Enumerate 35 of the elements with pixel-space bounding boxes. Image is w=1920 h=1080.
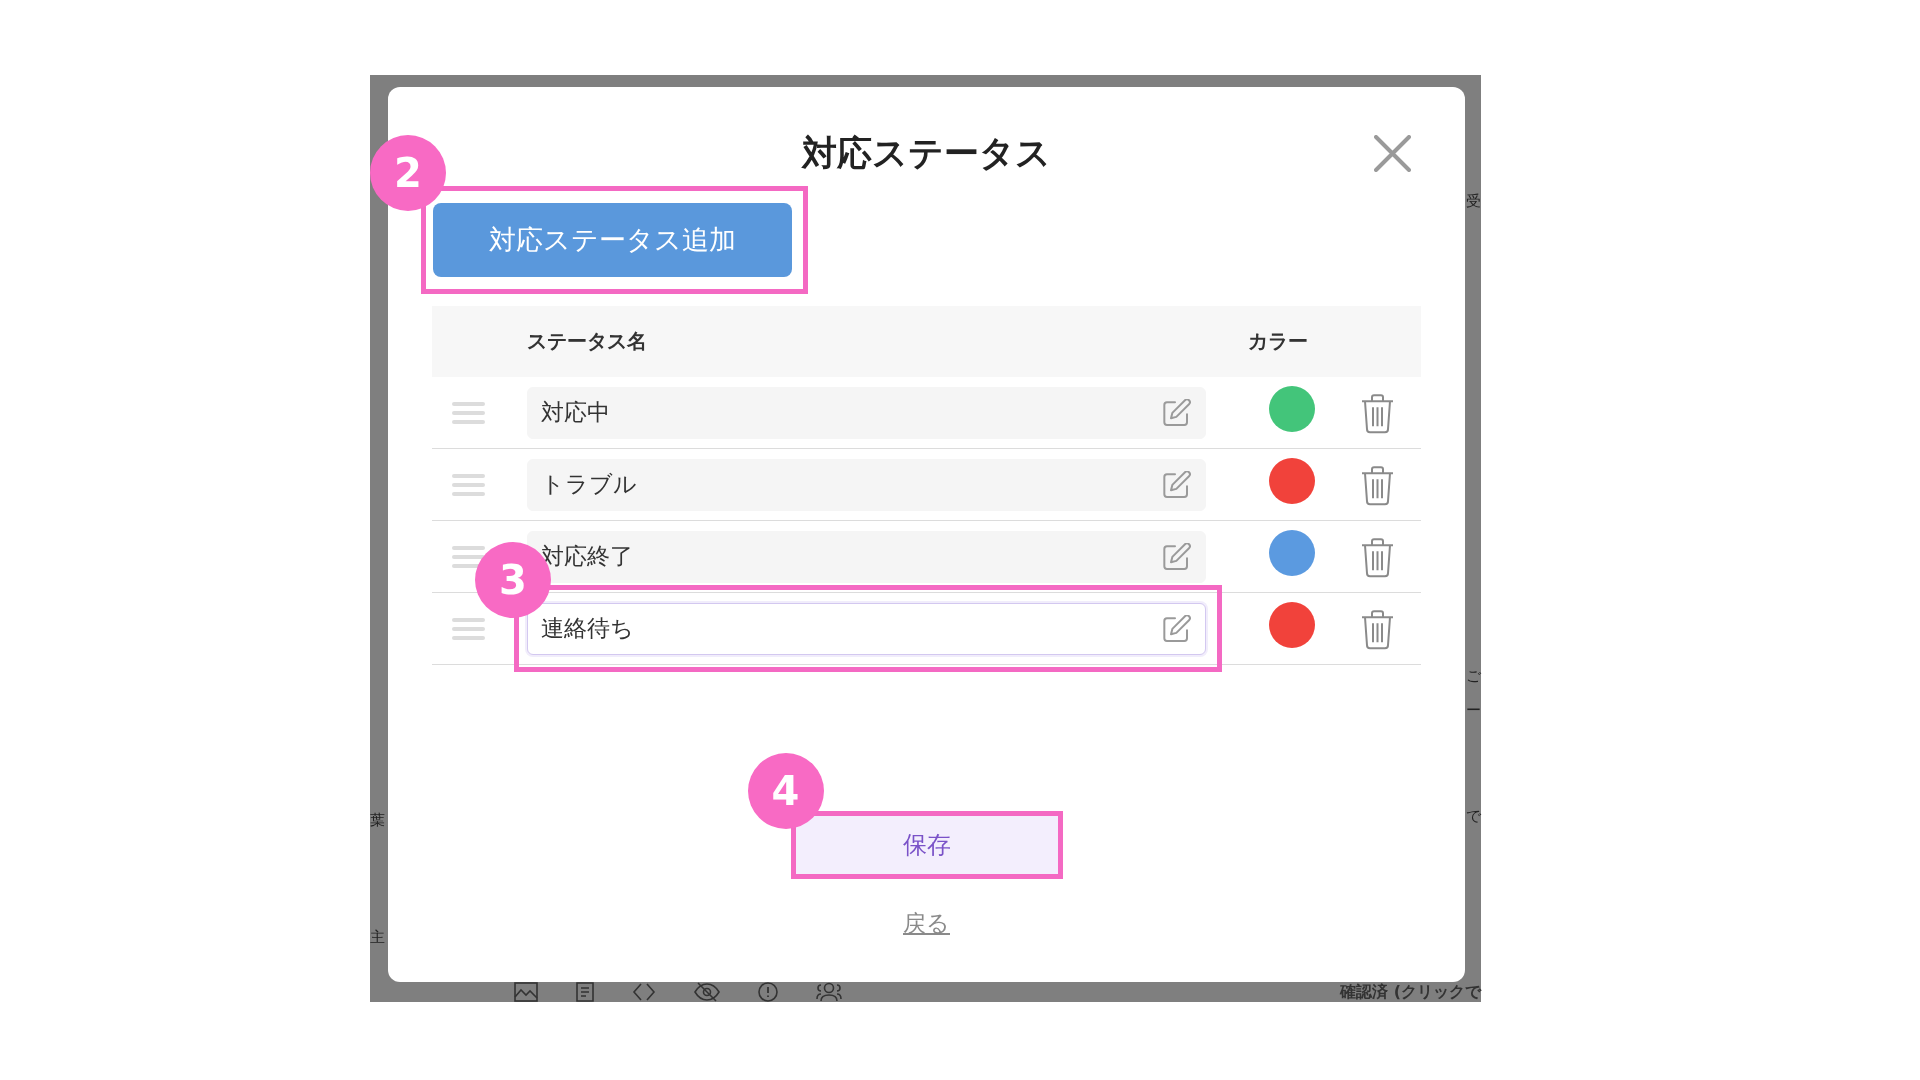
background-text: 葉: [370, 810, 385, 830]
drag-handle-icon[interactable]: [452, 401, 485, 424]
close-icon[interactable]: [1374, 134, 1411, 172]
background-text: ー: [1466, 700, 1481, 720]
drag-handle-icon[interactable]: [452, 617, 485, 640]
status-name-field[interactable]: トラブル: [527, 458, 1206, 511]
pencil-icon[interactable]: [1163, 399, 1191, 426]
step-number-badge: 2: [370, 135, 446, 211]
column-header: カラー: [1248, 328, 1309, 355]
people-icon: [816, 982, 842, 1002]
trash-icon[interactable]: [1362, 393, 1393, 434]
pencil-icon[interactable]: [1163, 471, 1191, 498]
chevrons-icon: [632, 982, 656, 1002]
trash-icon[interactable]: [1362, 465, 1393, 506]
background-text: で: [1466, 806, 1481, 826]
status-name-field[interactable]: 連絡待ち: [527, 602, 1206, 655]
save-button[interactable]: 保存: [795, 816, 1058, 874]
pencil-icon[interactable]: [1163, 543, 1191, 570]
exclamation-circle-icon: [758, 982, 778, 1002]
background-text: ご: [1466, 666, 1481, 686]
column-header: ステータス名: [527, 328, 648, 355]
drag-handle-icon[interactable]: [452, 473, 485, 496]
pencil-icon[interactable]: [1163, 615, 1191, 642]
status-name-field[interactable]: 対応中: [527, 386, 1206, 439]
trash-icon[interactable]: [1362, 609, 1393, 650]
trash-icon[interactable]: [1362, 537, 1393, 578]
background-text: 確認済 (クリックで: [1340, 982, 1481, 1002]
picture-icon: [514, 982, 538, 1002]
step-number-badge: 4: [747, 753, 824, 829]
background-text: 受: [1466, 191, 1481, 211]
dialog-title: 対応ステータス: [802, 132, 1051, 175]
document-icon: [576, 982, 594, 1002]
background-text: 主: [370, 927, 385, 947]
back-link[interactable]: 戻る: [903, 907, 950, 939]
eye-slash-icon: [694, 982, 720, 1002]
